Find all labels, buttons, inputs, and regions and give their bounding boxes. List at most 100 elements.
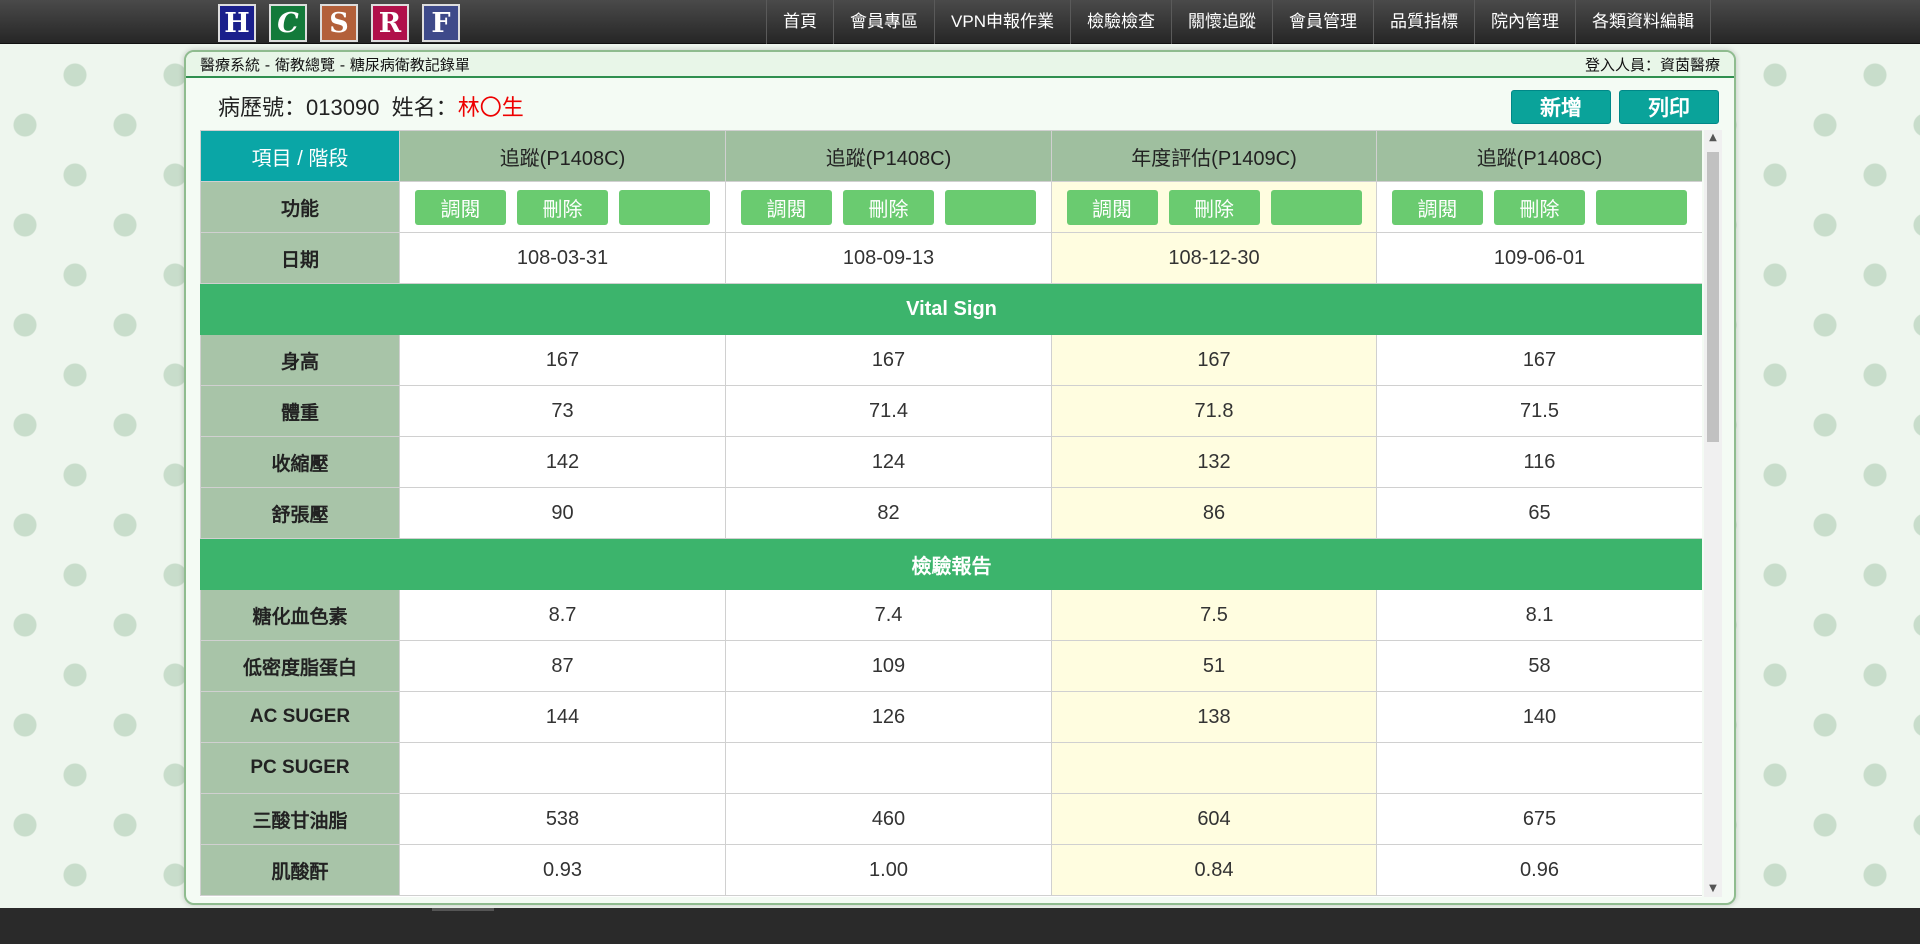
section-title: Vital Sign [200, 283, 1702, 335]
function-cell: 調閱 刪除 [1376, 181, 1702, 233]
nav-data-edit[interactable]: 各類資料編輯 [1575, 0, 1711, 44]
row-label: 低密度脂蛋白 [200, 640, 400, 692]
delete-button[interactable]: 刪除 [1494, 189, 1585, 225]
value-cell: 71.5 [1376, 385, 1702, 437]
value-cell: 167 [725, 334, 1052, 386]
scrollbar-thumb[interactable] [1707, 152, 1719, 442]
record-number: 013090 [306, 95, 380, 120]
value-cell: 82 [725, 487, 1052, 539]
delete-button[interactable]: 刪除 [843, 189, 934, 225]
logo-c[interactable]: C [269, 4, 307, 42]
value-cell [725, 742, 1052, 794]
value-cell: 675 [1376, 793, 1702, 845]
view-button[interactable]: 調閱 [741, 189, 832, 225]
row-label: 功能 [200, 181, 400, 233]
value-cell: 8.7 [399, 589, 726, 641]
value-cell: 538 [399, 793, 726, 845]
function-cell: 調閱 刪除 [1051, 181, 1377, 233]
value-cell: 0.96 [1376, 844, 1702, 896]
row-label: PC SUGER [200, 742, 400, 794]
logo-f[interactable]: F [422, 4, 460, 42]
nav-care-tracking[interactable]: 關懷追蹤 [1171, 0, 1272, 44]
row-label: 糖化血色素 [200, 589, 400, 641]
logo-h[interactable]: H [218, 4, 256, 42]
section-row: Vital Sign [200, 283, 1702, 335]
row-label: AC SUGER [200, 691, 400, 743]
function-row: 功能 調閱 刪除 調閱 刪除 調閱 刪除 調閱 刪除 [200, 181, 1702, 233]
value-cell: 126 [725, 691, 1052, 743]
value-cell: 167 [1376, 334, 1702, 386]
nav-hospital-management[interactable]: 院內管理 [1474, 0, 1575, 44]
scroll-up-icon[interactable]: ▲ [1704, 130, 1722, 146]
logo-r[interactable]: R [371, 4, 409, 42]
corner-header: 項目 / 階段 [200, 130, 400, 182]
view-button[interactable]: 調閱 [1392, 189, 1483, 225]
nav-home[interactable]: 首頁 [766, 0, 833, 44]
blank-button[interactable] [619, 189, 710, 225]
nav-vpn[interactable]: VPN申報作業 [934, 0, 1070, 44]
date-cell: 109-06-01 [1376, 232, 1702, 284]
record-table: 項目 / 階段 追蹤(P1408C) 追蹤(P1408C) 年度評估(P1409… [200, 130, 1702, 896]
table-row: PC SUGER [200, 742, 1702, 794]
nav-member-area[interactable]: 會員專區 [833, 0, 934, 44]
value-cell: 7.5 [1051, 589, 1377, 641]
table-row: AC SUGER 144 126 138 140 [200, 691, 1702, 743]
breadcrumb: 醫療系統 - 衛教總覽 - 糖尿病衛教記錄單 [200, 56, 470, 74]
top-bar: H C S R F 首頁 會員專區 VPN申報作業 檢驗檢查 關懷追蹤 會員管理… [0, 0, 1920, 44]
nav-member-management[interactable]: 會員管理 [1272, 0, 1373, 44]
record-table-container: 項目 / 階段 追蹤(P1408C) 追蹤(P1408C) 年度評估(P1409… [200, 130, 1702, 897]
table-row: 肌酸酐 0.93 1.00 0.84 0.96 [200, 844, 1702, 896]
vertical-scrollbar[interactable]: ▲ ▼ [1704, 130, 1722, 897]
patient-name: 林〇生 [457, 95, 524, 120]
value-cell: 124 [725, 436, 1052, 488]
nav-lab[interactable]: 檢驗檢查 [1070, 0, 1171, 44]
column-header: 年度評估(P1409C) [1051, 130, 1377, 182]
value-cell: 51 [1051, 640, 1377, 692]
value-cell: 167 [399, 334, 726, 386]
value-cell: 0.84 [1051, 844, 1377, 896]
value-cell: 86 [1051, 487, 1377, 539]
value-cell: 1.00 [725, 844, 1052, 896]
scroll-down-icon[interactable]: ▼ [1704, 881, 1722, 897]
delete-button[interactable]: 刪除 [1168, 189, 1260, 225]
table-row: 低密度脂蛋白 87 109 51 58 [200, 640, 1702, 692]
value-cell: 140 [1376, 691, 1702, 743]
logo-s[interactable]: S [320, 4, 358, 42]
blank-button[interactable] [1596, 189, 1687, 225]
value-cell: 65 [1376, 487, 1702, 539]
bottom-bar [0, 908, 1920, 944]
row-label: 三酸甘油脂 [200, 793, 400, 845]
value-cell: 116 [1376, 436, 1702, 488]
blank-button[interactable] [945, 189, 1036, 225]
value-cell: 73 [399, 385, 726, 437]
column-header: 追蹤(P1408C) [399, 130, 726, 182]
nav-quality[interactable]: 品質指標 [1373, 0, 1474, 44]
table-header-row: 項目 / 階段 追蹤(P1408C) 追蹤(P1408C) 年度評估(P1409… [200, 130, 1702, 182]
value-cell: 144 [399, 691, 726, 743]
add-button[interactable]: 新增 [1511, 90, 1611, 124]
value-cell: 604 [1051, 793, 1377, 845]
print-button[interactable]: 列印 [1619, 90, 1719, 124]
value-cell: 142 [399, 436, 726, 488]
section-row: 檢驗報告 [200, 538, 1702, 590]
function-cell: 調閱 刪除 [399, 181, 726, 233]
view-button[interactable]: 調閱 [415, 189, 506, 225]
main-nav: 首頁 會員專區 VPN申報作業 檢驗檢查 關懷追蹤 會員管理 品質指標 院內管理… [766, 0, 1711, 44]
date-cell: 108-03-31 [399, 232, 726, 284]
row-label: 體重 [200, 385, 400, 437]
delete-button[interactable]: 刪除 [517, 189, 608, 225]
column-header: 追蹤(P1408C) [725, 130, 1052, 182]
view-button[interactable]: 調閱 [1066, 189, 1158, 225]
blank-button[interactable] [1270, 189, 1362, 225]
section-title: 檢驗報告 [200, 538, 1702, 590]
date-cell: 108-12-30 [1051, 232, 1377, 284]
column-header: 追蹤(P1408C) [1376, 130, 1702, 182]
function-cell: 調閱 刪除 [725, 181, 1052, 233]
value-cell: 138 [1051, 691, 1377, 743]
value-cell [399, 742, 726, 794]
logged-in-user: 登入人員：資茵醫療 [1584, 56, 1720, 74]
table-row: 三酸甘油脂 538 460 604 675 [200, 793, 1702, 845]
table-row: 收縮壓 142 124 132 116 [200, 436, 1702, 488]
table-row: 糖化血色素 8.7 7.4 7.5 8.1 [200, 589, 1702, 641]
value-cell: 71.8 [1051, 385, 1377, 437]
